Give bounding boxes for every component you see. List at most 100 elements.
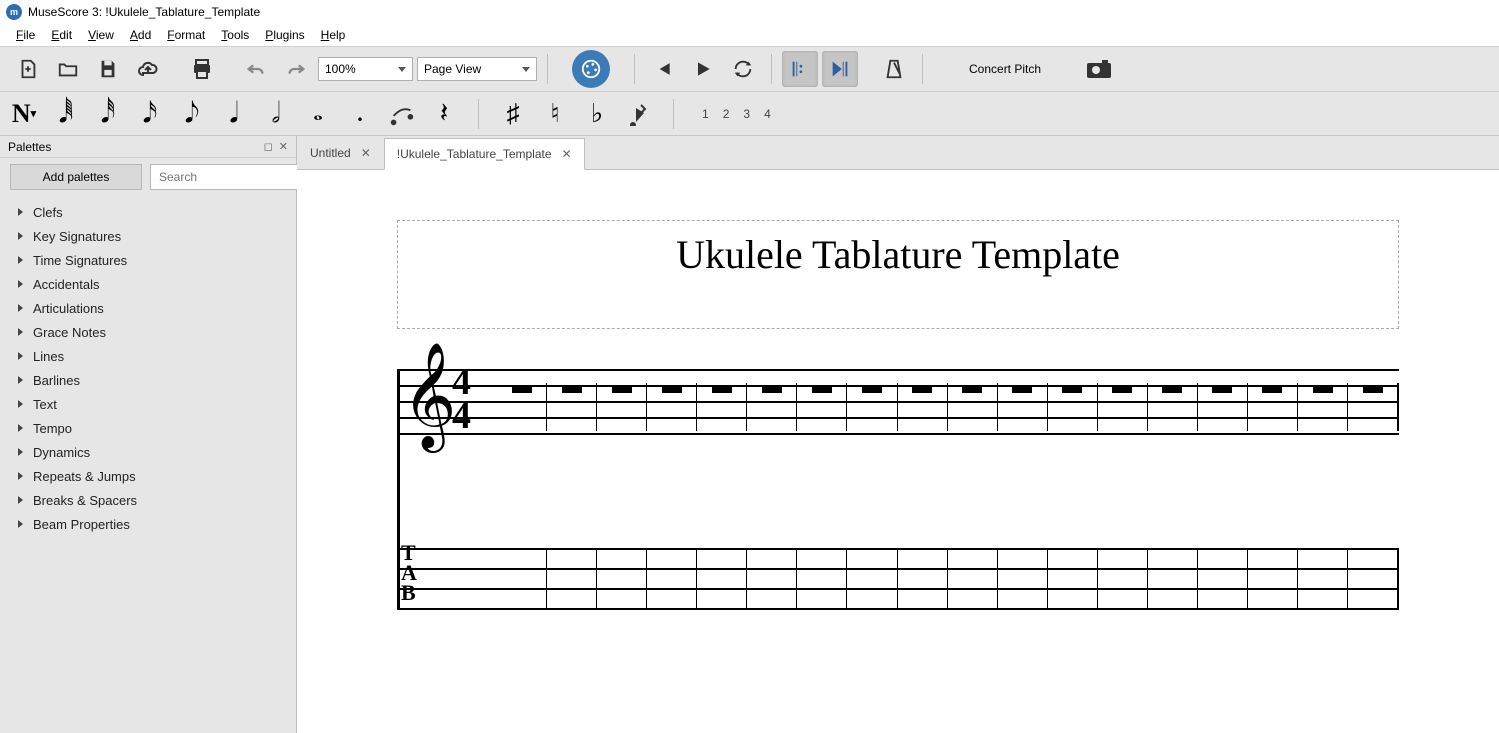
undo-button[interactable] bbox=[238, 51, 274, 87]
palette-item-barlines[interactable]: Barlines bbox=[0, 368, 296, 392]
metronome-button[interactable] bbox=[876, 51, 912, 87]
camera-button[interactable] bbox=[1081, 51, 1117, 87]
menu-add[interactable]: Add bbox=[122, 26, 159, 44]
add-palettes-button[interactable]: Add palettes bbox=[10, 164, 142, 190]
dot-button[interactable]: . bbox=[346, 96, 374, 132]
palette-item-articulations[interactable]: Articulations bbox=[0, 296, 296, 320]
measure[interactable] bbox=[497, 383, 547, 431]
redo-button[interactable] bbox=[278, 51, 314, 87]
print-button[interactable] bbox=[184, 51, 220, 87]
note-whole[interactable]: 𝅝 bbox=[304, 96, 332, 132]
measure[interactable] bbox=[1148, 383, 1198, 431]
palette-item-time-signatures[interactable]: Time Signatures bbox=[0, 248, 296, 272]
measure[interactable] bbox=[1248, 383, 1298, 431]
tab-measure[interactable] bbox=[1348, 548, 1399, 608]
note-64th[interactable]: 𝅘𝅥𝅱 bbox=[52, 96, 80, 132]
measure[interactable] bbox=[847, 383, 897, 431]
document-tab[interactable]: Untitled✕ bbox=[297, 137, 384, 169]
measure[interactable] bbox=[697, 383, 747, 431]
natural-button[interactable]: ♮ bbox=[541, 96, 569, 132]
rest-button[interactable]: 𝄽 bbox=[430, 96, 458, 132]
tab-measure[interactable] bbox=[998, 548, 1048, 608]
save-button[interactable] bbox=[90, 51, 126, 87]
palette-item-dynamics[interactable]: Dynamics bbox=[0, 440, 296, 464]
loop-button[interactable] bbox=[725, 51, 761, 87]
flip-button[interactable] bbox=[625, 96, 653, 132]
tab-measure[interactable] bbox=[948, 548, 998, 608]
tie-button[interactable] bbox=[388, 96, 416, 132]
measure[interactable] bbox=[1348, 383, 1399, 431]
new-file-button[interactable] bbox=[10, 51, 46, 87]
menu-file[interactable]: File bbox=[8, 26, 43, 44]
palette-item-beam-properties[interactable]: Beam Properties bbox=[0, 512, 296, 536]
tab-measure[interactable] bbox=[647, 548, 697, 608]
palette-item-tempo[interactable]: Tempo bbox=[0, 416, 296, 440]
rewind-button[interactable] bbox=[645, 51, 681, 87]
tab-measure[interactable] bbox=[1098, 548, 1148, 608]
menu-view[interactable]: View bbox=[80, 26, 122, 44]
measure[interactable] bbox=[898, 383, 948, 431]
voice-2[interactable]: 2 bbox=[723, 107, 730, 121]
note-quarter[interactable]: 𝅘𝅥 bbox=[220, 96, 248, 132]
treble-staff[interactable]: 𝄞 4 4 bbox=[397, 369, 1399, 433]
measure[interactable] bbox=[1298, 383, 1348, 431]
measure[interactable] bbox=[797, 383, 847, 431]
close-icon[interactable]: ✕ bbox=[562, 147, 572, 161]
staff-system[interactable]: 𝄞 4 4 TAB bbox=[397, 369, 1399, 608]
measure[interactable] bbox=[547, 383, 597, 431]
document-tab[interactable]: !Ukulele_Tablature_Template✕ bbox=[384, 138, 585, 170]
menu-plugins[interactable]: Plugins bbox=[257, 26, 312, 44]
menu-edit[interactable]: Edit bbox=[43, 26, 80, 44]
palette-item-accidentals[interactable]: Accidentals bbox=[0, 272, 296, 296]
tab-measure[interactable] bbox=[597, 548, 647, 608]
time-signature[interactable]: 4 4 bbox=[452, 365, 471, 433]
measure[interactable] bbox=[1048, 383, 1098, 431]
palette-item-text[interactable]: Text bbox=[0, 392, 296, 416]
close-panel-icon[interactable]: ✕ bbox=[279, 140, 288, 153]
measure[interactable] bbox=[998, 383, 1048, 431]
tab-measure[interactable] bbox=[547, 548, 597, 608]
undock-icon[interactable]: ◻ bbox=[264, 140, 273, 153]
tab-measure[interactable] bbox=[1248, 548, 1298, 608]
note-16th[interactable]: 𝅘𝅥𝅯 bbox=[136, 96, 164, 132]
tab-measure[interactable] bbox=[697, 548, 747, 608]
sharp-button[interactable]: ♯ bbox=[499, 96, 527, 132]
measure[interactable] bbox=[597, 383, 647, 431]
note-input-button[interactable]: N▾ bbox=[10, 96, 38, 132]
cloud-button[interactable] bbox=[130, 51, 166, 87]
tab-measure[interactable] bbox=[797, 548, 847, 608]
palette-item-repeats-jumps[interactable]: Repeats & Jumps bbox=[0, 464, 296, 488]
palette-color-button[interactable] bbox=[572, 50, 610, 88]
menu-format[interactable]: Format bbox=[159, 26, 213, 44]
tab-measure[interactable] bbox=[898, 548, 948, 608]
play-button[interactable] bbox=[685, 51, 721, 87]
open-file-button[interactable] bbox=[50, 51, 86, 87]
tab-measure[interactable] bbox=[747, 548, 797, 608]
tab-measure[interactable] bbox=[1048, 548, 1098, 608]
note-8th[interactable]: 𝅘𝅥𝅮 bbox=[178, 96, 206, 132]
concert-pitch-button[interactable]: Concert Pitch bbox=[957, 55, 1053, 83]
tab-measure[interactable] bbox=[1148, 548, 1198, 608]
tab-measure[interactable] bbox=[497, 548, 547, 608]
measure[interactable] bbox=[1198, 383, 1248, 431]
measure[interactable] bbox=[747, 383, 797, 431]
close-icon[interactable]: ✕ bbox=[361, 146, 371, 160]
menu-help[interactable]: Help bbox=[313, 26, 354, 44]
tab-measure[interactable] bbox=[1198, 548, 1248, 608]
zoom-combo[interactable]: 100% bbox=[318, 57, 413, 81]
palette-item-lines[interactable]: Lines bbox=[0, 344, 296, 368]
tab-staff[interactable]: TAB bbox=[397, 548, 1399, 608]
palette-item-clefs[interactable]: Clefs bbox=[0, 200, 296, 224]
note-32nd[interactable]: 𝅘𝅥𝅰 bbox=[94, 96, 122, 132]
voice-4[interactable]: 4 bbox=[764, 107, 771, 121]
score-page[interactable]: Ukulele Tablature Template 𝄞 4 4 bbox=[297, 170, 1499, 733]
voice-3[interactable]: 3 bbox=[743, 107, 750, 121]
score-title[interactable]: Ukulele Tablature Template bbox=[418, 231, 1378, 278]
measure[interactable] bbox=[948, 383, 998, 431]
palette-item-key-signatures[interactable]: Key Signatures bbox=[0, 224, 296, 248]
note-half[interactable]: 𝅗𝅥 bbox=[262, 96, 290, 132]
voice-1[interactable]: 1 bbox=[702, 107, 709, 121]
flat-button[interactable]: ♭ bbox=[583, 96, 611, 132]
view-mode-combo[interactable]: Page View bbox=[417, 57, 537, 81]
menu-tools[interactable]: Tools bbox=[213, 26, 257, 44]
